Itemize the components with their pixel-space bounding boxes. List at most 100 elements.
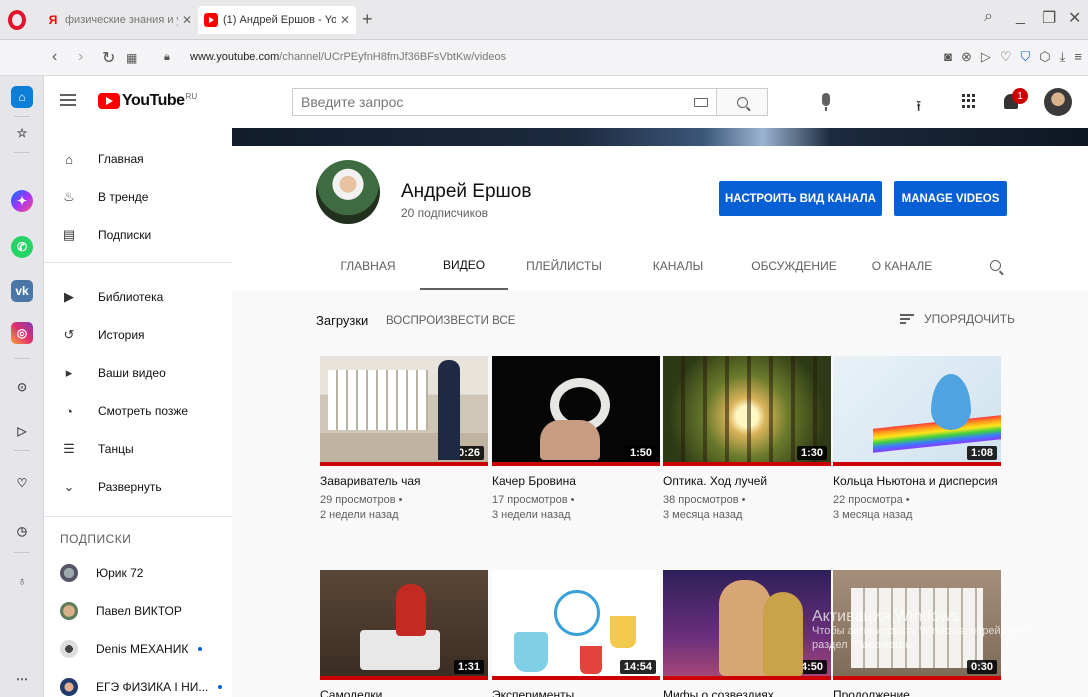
tab-discussion[interactable]: ОБСУЖДЕНИЕ [742,242,846,290]
search-button[interactable] [716,88,768,116]
video-card[interactable]: 1:31 Самоделки [320,570,488,697]
video-thumbnail[interactable]: 1:30 [663,356,831,466]
tab-channels[interactable]: КАНАЛЫ [636,242,720,290]
player-icon[interactable]: ⊙ [11,376,33,398]
subscription-item[interactable]: Denis МЕХАНИК [44,630,232,668]
windows-activation-watermark: Активация Windows Чтобы активировать Win… [812,609,1088,652]
maximize-icon[interactable]: ❐ [1042,8,1056,28]
extensions-icon[interactable]: ⬡ [1039,49,1050,65]
video-title[interactable]: Оптика. Ход лучей [663,474,831,489]
upload-icon[interactable]: ⭱ [916,96,921,121]
video-age: 3 недели назад [492,509,571,521]
video-thumbnail[interactable]: 1:50 [492,356,660,466]
tab-home[interactable]: ГЛАВНАЯ [328,242,408,290]
video-card[interactable]: 1:08 Кольца Ньютона и дисперсия 22 просм… [833,356,1001,523]
manage-videos-button[interactable]: MANAGE VIDEOS [894,181,1007,216]
guide-item-subscriptions[interactable]: ▤ Подписки [44,216,232,254]
close-window-icon[interactable]: ✕ [1068,8,1081,28]
video-thumbnail[interactable]: 4:50 [663,570,831,680]
video-title[interactable]: Эксперименты [492,688,660,697]
close-tab-icon[interactable]: ✕ [340,13,350,27]
guide-item-playlist[interactable]: ☰ Танцы [44,430,232,468]
flow-icon[interactable]: ▷ [11,420,33,442]
guide-item-expand[interactable]: ⌄ Развернуть [44,468,232,506]
star-icon[interactable]: ☆ [11,122,33,144]
messenger-icon[interactable]: ✦ [11,190,33,212]
easy-setup-icon[interactable]: ≡ [1074,49,1082,65]
opera-sidebar: ⌂ ☆ ✦ ✆ vk ◎ ⊙ ▷ ♡ ◷ ♁ ⋯ [0,76,44,697]
microphone-icon[interactable] [822,93,830,111]
guide-item-home[interactable]: ⌂ Главная [44,140,232,178]
guide-menu-icon[interactable] [60,94,76,106]
pinboard-icon[interactable]: ♁ [11,570,33,592]
tab-about[interactable]: О КАНАЛЕ [860,242,944,290]
reload-icon[interactable]: ↻ [102,48,115,68]
video-title[interactable]: Продолжение [833,688,1001,697]
heart-icon[interactable]: ♡ [11,472,33,494]
guide-item-trending[interactable]: ♨ В тренде [44,178,232,216]
opera-logo-icon[interactable] [8,10,26,30]
channel-avatar[interactable] [316,160,380,224]
video-card[interactable]: 0:26 Завариватель чая 29 просмотров • 2 н… [320,356,488,523]
account-avatar[interactable] [1044,88,1072,116]
workspace-icon[interactable]: ⌂ [11,86,33,108]
search-input[interactable] [301,94,694,110]
subscription-item[interactable]: ЕГЭ ФИЗИКА I НИ... [44,668,232,697]
watch-progress [663,462,831,466]
guide-item-library[interactable]: ▶ Библиотека [44,278,232,316]
forward-icon[interactable]: › [78,48,83,66]
more-icon[interactable]: ⋯ [11,668,33,690]
tab-playlists[interactable]: ПЛЕЙЛИСТЫ [516,242,612,290]
adblock-icon[interactable]: ⊗ [961,49,972,65]
sort-button[interactable]: УПОРЯДОЧИТЬ [900,312,1015,326]
apps-icon[interactable] [962,94,976,108]
camera-icon[interactable]: ◙ [944,49,952,65]
search-tabs-icon[interactable]: ⌕ [984,8,993,26]
vk-icon[interactable]: vk [11,280,33,302]
flow-icon[interactable]: ▷ [981,49,991,65]
video-thumbnail[interactable]: 1:31 [320,570,488,680]
close-tab-icon[interactable]: ✕ [182,13,192,27]
download-icon[interactable]: ⤓ [1060,49,1066,65]
subscription-item[interactable]: Павел ВИКТОР [44,592,232,630]
video-card[interactable]: 1:30 Оптика. Ход лучей 38 просмотров • 3 … [663,356,831,523]
video-title[interactable]: Качер Бровина [492,474,660,489]
video-title[interactable]: Кольца Ньютона и дисперсия [833,474,1001,489]
back-icon[interactable]: ‹ [52,48,57,66]
shopping-cart-icon[interactable]: ⛉ [1021,49,1031,65]
whatsapp-icon[interactable]: ✆ [11,236,33,258]
guide-item-your-videos[interactable]: ▸ Ваши видео [44,354,232,392]
video-thumbnail[interactable]: 0:26 [320,356,488,466]
guide-item-watch-later[interactable]: ◔ Смотреть позже [44,392,232,430]
customize-channel-button[interactable]: НАСТРОИТЬ ВИД КАНАЛА [719,181,882,216]
speed-dial-icon[interactable]: ▦ [126,51,137,65]
video-title[interactable]: Самоделки [320,688,488,697]
tab-videos[interactable]: ВИДЕО [420,242,508,290]
video-thumbnail[interactable]: 1:08 [833,356,1001,466]
youtube-logo[interactable]: YouTube RU [98,92,197,110]
video-duration: 14:54 [619,660,656,674]
browser-tab-title: (1) Андрей Ершов - YouTu [223,14,336,26]
guide-item-label: Подписки [98,228,152,242]
browser-tab[interactable]: Я физические знания и уме ✕ [40,6,198,34]
history-icon[interactable]: ◷ [11,520,33,542]
subscription-name: Юрик 72 [96,566,144,580]
video-card[interactable]: 1:50 Качер Бровина 17 просмотров • 3 неде… [492,356,660,523]
minimize-icon[interactable]: _ [1016,8,1025,26]
video-card[interactable]: 14:54 Эксперименты [492,570,660,697]
subscription-item[interactable]: Юрик 72 [44,554,232,592]
video-thumbnail[interactable]: 14:54 [492,570,660,680]
url-field[interactable]: www.youtube.com/channel/UCrPEyfnH8fmJf36… [190,51,506,63]
video-card[interactable]: 4:50 Мифы о созвездиях [663,570,831,697]
video-title[interactable]: Завариватель чая [320,474,488,489]
heart-icon[interactable]: ♡ [1000,49,1012,65]
play-all-link[interactable]: ВОСПРОИЗВЕСТИ ВСЕ [386,315,515,327]
channel-search-button[interactable] [990,260,1001,271]
new-tab-icon[interactable]: + [362,9,373,30]
browser-tab-active[interactable]: (1) Андрей Ершов - YouTu ✕ [198,6,356,34]
keyboard-icon[interactable] [694,97,708,107]
video-title[interactable]: Мифы о созвездиях [663,688,831,697]
search-icon [736,96,748,108]
guide-item-history[interactable]: ↺ История [44,316,232,354]
instagram-icon[interactable]: ◎ [11,322,33,344]
